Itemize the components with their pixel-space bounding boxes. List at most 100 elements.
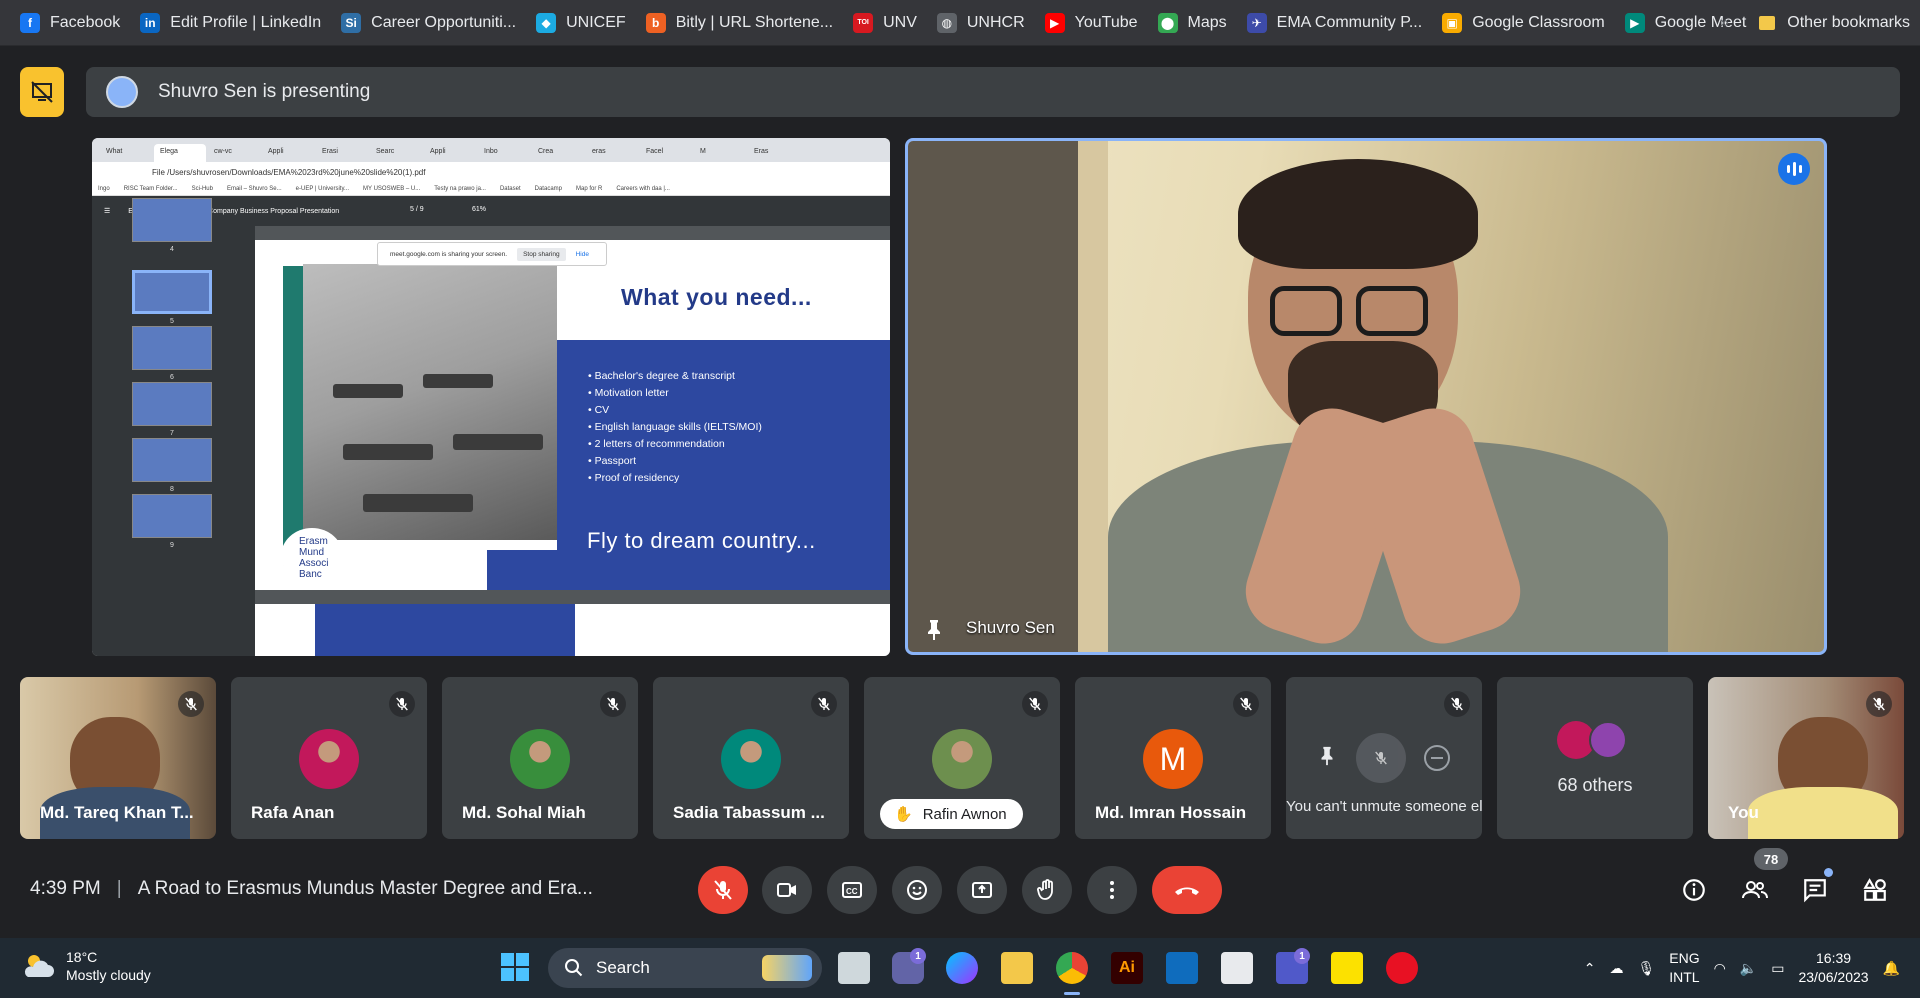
slide-thumbnail[interactable] — [132, 270, 212, 314]
chrome-icon[interactable] — [1056, 952, 1088, 984]
slide: What you need... Bachelor's degree & tra… — [255, 240, 890, 590]
chat-app-badge: 1 — [910, 948, 926, 964]
outlook-icon[interactable] — [1166, 952, 1198, 984]
snipping-tool-icon[interactable] — [1221, 952, 1253, 984]
slide-thumbnail[interactable] — [132, 198, 212, 242]
shared-bookmarks-bar: Ingo RISC Team Folder... Sci-Hub Email – Sh… — [92, 182, 890, 196]
pin-icon[interactable] — [1316, 745, 1338, 767]
mute-participant-icon[interactable] — [1356, 733, 1406, 783]
next-slide-stripe — [315, 604, 575, 656]
volume-icon[interactable]: 🔈 — [1740, 960, 1757, 977]
messenger-icon[interactable] — [946, 952, 978, 984]
bookmark-label: UNICEF — [566, 13, 626, 31]
bookmark-item[interactable]: ⬤ Maps — [1152, 0, 1241, 46]
hide-button[interactable]: Hide — [576, 251, 589, 258]
share-notice-text: meet.google.com is sharing your screen. — [390, 250, 508, 258]
microphone-tray-icon[interactable]: 🎙 — [1637, 960, 1655, 977]
leave-call-button[interactable] — [1152, 866, 1222, 914]
chat-unread-dot — [1824, 868, 1833, 877]
camera-icon — [777, 883, 796, 897]
mic-off-icon — [178, 691, 204, 717]
other-bookmarks[interactable]: Other bookmarks — [1759, 0, 1910, 46]
mic-off-icon — [811, 691, 837, 717]
classroom-icon: ▣ — [1442, 12, 1463, 33]
bookmark-item[interactable]: ✈ EMA Community P... — [1241, 0, 1437, 46]
illustrator-icon[interactable]: Ai — [1111, 952, 1143, 984]
participant-tile[interactable]: ✋ Rafin Awnon — [864, 677, 1060, 839]
slide-bullet: CV — [588, 402, 762, 419]
shared-address-bar: File /Users/shuvrosen/Downloads/EMA%2023… — [92, 162, 890, 182]
shared-tab: Appli — [262, 144, 314, 162]
stop-sharing-button[interactable]: Stop sharing — [517, 247, 566, 261]
acrobat-icon[interactable] — [1386, 952, 1418, 984]
shared-tab: Facel — [640, 144, 692, 162]
speaker-name: Shuvro Sen — [966, 618, 1055, 637]
language-indicator[interactable]: ENG INTL — [1669, 949, 1699, 987]
activities-button[interactable] — [1851, 866, 1899, 914]
slide-thumbnail[interactable] — [132, 438, 212, 482]
reactions-button[interactable] — [892, 866, 942, 914]
chat-button[interactable] — [1791, 866, 1839, 914]
taskbar-search[interactable]: Search — [548, 948, 822, 988]
participant-tile[interactable]: You can't unmute someone else — [1286, 677, 1482, 839]
shared-bookmark: Careers with daa |... — [616, 185, 670, 192]
sticky-notes-icon[interactable] — [1331, 952, 1363, 984]
onedrive-icon[interactable]: ☁ — [1609, 960, 1623, 977]
slide-thumbnail[interactable] — [132, 326, 212, 370]
weather-widget[interactable]: 18°C Mostly cloudy — [20, 948, 151, 984]
stop-presenting-icon[interactable] — [20, 67, 64, 117]
bookmark-item[interactable]: b Bitly | URL Shortene... — [640, 0, 847, 46]
bookmark-item[interactable]: ◍ UNHCR — [931, 0, 1039, 46]
camera-button[interactable] — [762, 866, 812, 914]
more-options-button[interactable] — [1087, 866, 1137, 914]
present-button[interactable] — [957, 866, 1007, 914]
bookmark-item[interactable]: Si Career Opportuniti... — [335, 0, 530, 46]
meeting-details-button[interactable] — [1670, 866, 1718, 914]
task-view-icon[interactable] — [838, 952, 870, 984]
pin-icon[interactable] — [922, 618, 946, 642]
shared-tab: cw-vc — [208, 144, 260, 162]
search-placeholder: Search — [596, 958, 650, 977]
participant-tile[interactable]: Sadia Tabassum ... — [653, 677, 849, 839]
participant-tile[interactable]: You — [1708, 677, 1904, 839]
start-button[interactable] — [500, 952, 530, 987]
bookmark-item[interactable]: f Facebook — [14, 0, 134, 46]
participant-tile[interactable]: Md. Sohal Miah — [442, 677, 638, 839]
file-explorer-icon[interactable] — [1001, 952, 1033, 984]
slide-thumbnail[interactable] — [132, 382, 212, 426]
people-button[interactable] — [1731, 866, 1779, 914]
mic-off-icon — [714, 880, 732, 900]
ema-icon: ✈ — [1246, 12, 1267, 33]
meeting-info: 4:39 PM | A Road to Erasmus Mundus Master … — [30, 878, 593, 899]
microphone-button[interactable] — [698, 866, 748, 914]
meeting-title: A Road to Erasmus Mundus Master Degree a… — [137, 878, 593, 899]
thumbnail-number: 5 — [170, 318, 174, 325]
bookmark-item[interactable]: ◆ UNICEF — [530, 0, 640, 46]
participant-tile[interactable]: Md. Tareq Khan T... — [20, 677, 216, 839]
slide-thumbnail[interactable] — [132, 494, 212, 538]
clock[interactable]: 16:39 23/06/2023 — [1798, 949, 1868, 987]
shared-tab: M — [694, 144, 746, 162]
remove-participant-icon[interactable] — [1424, 745, 1450, 771]
windows-icon — [501, 953, 529, 981]
captions-button[interactable]: CC — [827, 866, 877, 914]
notifications-icon[interactable]: 🔔 — [1883, 960, 1900, 977]
bookmark-item[interactable]: in Edit Profile | LinkedIn — [134, 0, 335, 46]
bookmark-item[interactable]: ▣ Google Classroom — [1436, 0, 1619, 46]
battery-icon[interactable]: ▭ — [1771, 960, 1784, 977]
bookmark-item[interactable]: ▶ Google Meet — [1619, 0, 1761, 46]
chevron-up-icon[interactable]: ⌃ — [1584, 960, 1596, 977]
participant-tile[interactable]: Rafa Anan — [231, 677, 427, 839]
bookmark-item[interactable]: TOI UNV — [847, 0, 931, 46]
video-door-frame — [1078, 141, 1108, 652]
participant-name: Md. Sohal Miah — [462, 803, 586, 822]
shared-tab: Eras — [748, 144, 800, 162]
bookmark-item[interactable]: ▶ YouTube — [1039, 0, 1152, 46]
bookmark-label: Bitly | URL Shortene... — [675, 13, 834, 31]
participant-tile[interactable]: M Md. Imran Hossain — [1075, 677, 1271, 839]
present-screen-icon — [972, 882, 992, 898]
shared-bookmark: e-UEP | University... — [295, 185, 350, 192]
participant-tile[interactable]: 68 others — [1497, 677, 1693, 839]
raise-hand-button[interactable] — [1022, 866, 1072, 914]
wifi-icon[interactable]: ◠ — [1714, 960, 1726, 977]
